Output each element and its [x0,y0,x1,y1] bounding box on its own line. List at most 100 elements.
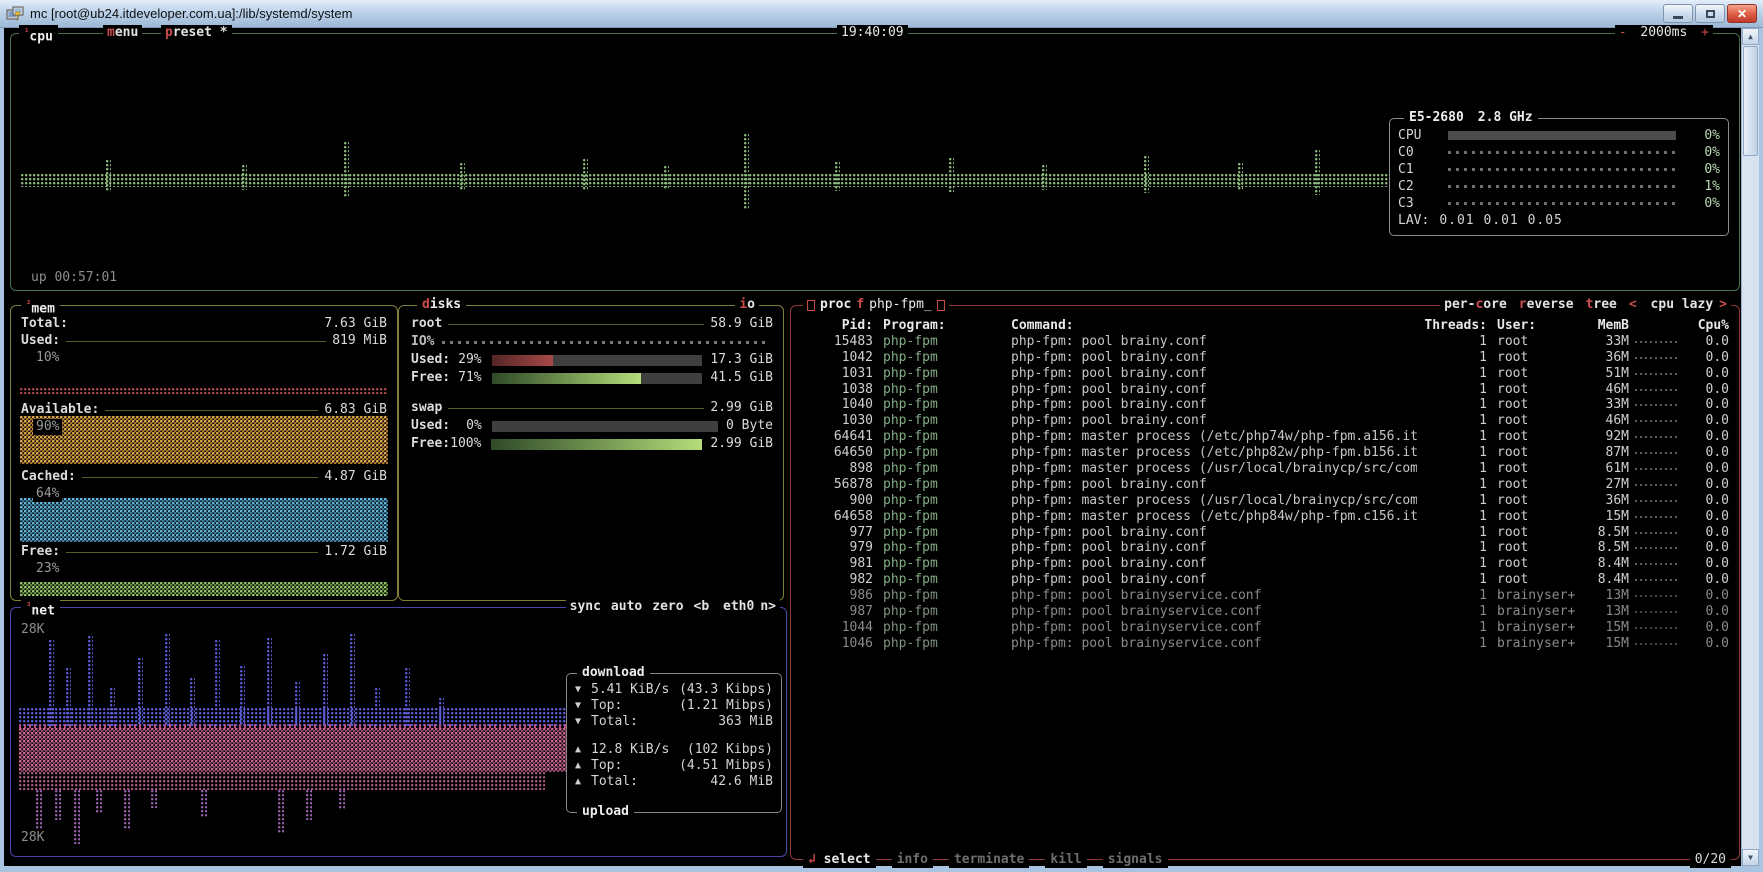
tree-toggle[interactable]: tree [1586,297,1617,313]
per-core-toggle[interactable]: per-core [1444,297,1507,313]
process-row[interactable]: 900php-fpmphp-fpm: master process (/usr/… [801,493,1729,509]
mem-free-graph [20,582,388,596]
process-program: php-fpm [873,572,1001,588]
process-user: root [1487,382,1579,398]
process-cpu-graph [1629,452,1685,454]
process-cpu-graph [1629,420,1685,422]
cpu-graph-spike [583,159,588,191]
process-row[interactable]: 986php-fpmphp-fpm: pool brainyservice.co… [801,588,1729,604]
process-pid: 1044 [801,620,873,636]
net-download-spike [323,654,328,726]
process-threads: 1 [1417,540,1487,556]
sort-next-button[interactable]: > [1719,297,1727,312]
process-row[interactable]: 1040php-fpmphp-fpm: pool brainy.conf1roo… [801,397,1729,413]
process-mem: 8.4M [1579,572,1629,588]
load-average-label: LAV: [1398,213,1429,229]
scrollbar-thumb[interactable] [1743,46,1758,156]
process-mem: 15M [1579,509,1629,525]
preset-button[interactable]: preset * [161,25,232,41]
process-command: php-fpm: master process (/etc/php82w/php… [1001,445,1417,461]
disks-io-toggle[interactable]: io [735,297,759,313]
net-zero-toggle[interactable]: zero [652,599,683,615]
column-command[interactable]: Command: [1001,318,1417,334]
mem-box-title[interactable]: ²mem [21,297,60,317]
scroll-up-button[interactable]: ▲ [1742,28,1759,45]
process-cpu-graph [1629,532,1685,534]
net-sync-toggle[interactable]: sync [570,599,601,615]
cpu-graph-spike [1238,163,1243,190]
process-row[interactable]: 1031php-fpmphp-fpm: pool brainy.conf1roo… [801,366,1729,382]
process-row[interactable]: 979php-fpmphp-fpm: pool brainy.conf1root… [801,540,1729,556]
window-titlebar[interactable]: mc [root@ub24.itdeveloper.com.ua]:/lib/s… [0,0,1763,28]
terminate-action[interactable]: terminate [949,852,1029,868]
process-row[interactable]: 15483php-fpmphp-fpm: pool brainy.conf1ro… [801,334,1729,350]
proc-box-title[interactable]: proc [820,297,851,313]
process-row[interactable]: 64641php-fpmphp-fpm: master process (/et… [801,429,1729,445]
process-threads: 1 [1417,445,1487,461]
net-upload-spike [74,790,80,844]
net-interface-switcher: <b eth0n> [694,599,776,615]
info-action[interactable]: info [892,852,933,868]
process-row[interactable]: 898php-fpmphp-fpm: master process (/usr/… [801,461,1729,477]
interval-plus-button[interactable]: + [1701,25,1709,40]
minimize-button[interactable] [1663,4,1693,23]
net-upload-spike [201,790,207,818]
close-button[interactable]: ✕ [1727,4,1757,23]
reverse-toggle[interactable]: reverse [1519,297,1574,313]
maximize-button[interactable] [1695,4,1725,23]
sort-prev-button[interactable]: < [1629,297,1637,312]
iface-next-button[interactable]: n> [760,599,776,614]
column-threads[interactable]: Threads: [1417,318,1487,334]
select-action[interactable]: ↲ select [803,852,876,868]
menu-button[interactable]: menu [103,25,142,41]
mem-box: ²mem Total:7.63 GiB Used:819 MiB 10% Ava… [10,305,398,601]
process-row[interactable]: 987php-fpmphp-fpm: pool brainyservice.co… [801,604,1729,620]
cpu-core-row: C21% [1398,178,1720,195]
filter-key[interactable]: f [856,297,864,313]
process-pid: 1046 [801,636,873,652]
process-row[interactable]: 1030php-fpmphp-fpm: pool brainy.conf1roo… [801,413,1729,429]
net-auto-toggle[interactable]: auto [611,599,642,615]
cpu-box-title[interactable]: ¹cpu [19,25,58,45]
process-program: php-fpm [873,445,1001,461]
process-cpu-graph [1629,595,1685,597]
column-program[interactable]: Program: [873,318,1001,334]
column-mem[interactable]: MemB [1579,318,1629,334]
process-cpu: 0.0 [1685,334,1729,350]
process-row[interactable]: 1038php-fpmphp-fpm: pool brainy.conf1roo… [801,382,1729,398]
process-row[interactable]: 1042php-fpmphp-fpm: pool brainy.conf1roo… [801,350,1729,366]
mem-free-row: Free:1.72 GiB [21,544,387,560]
process-command: php-fpm: pool brainy.conf [1001,366,1417,382]
column-pid[interactable]: Pid: [801,318,873,334]
process-row[interactable]: 56878php-fpmphp-fpm: pool brainy.conf1ro… [801,477,1729,493]
process-row[interactable]: 981php-fpmphp-fpm: pool brainy.conf1root… [801,556,1729,572]
filter-clear-icon[interactable] [937,300,945,311]
iface-prev-button[interactable]: <b [694,599,710,614]
process-row[interactable]: 64650php-fpmphp-fpm: master process (/et… [801,445,1729,461]
process-row[interactable]: 64658php-fpmphp-fpm: master process (/et… [801,509,1729,525]
putty-app-icon [6,6,24,22]
process-threads: 1 [1417,509,1487,525]
upload-arrow-icon: ▲ [575,758,591,774]
proc-collapse-icon[interactable] [807,300,815,311]
signals-action[interactable]: signals [1103,852,1168,868]
proc-options: per-core reverse tree < cpu lazy> [1440,297,1731,313]
interval-minus-button[interactable]: - [1619,25,1627,40]
filter-input[interactable]: php-fpm_ [869,297,932,313]
process-row[interactable]: 1044php-fpmphp-fpm: pool brainyservice.c… [801,620,1729,636]
process-row[interactable]: 1046php-fpmphp-fpm: pool brainyservice.c… [801,636,1729,652]
column-user[interactable]: User: [1487,318,1579,334]
process-pid: 64658 [801,509,873,525]
process-command: php-fpm: pool brainy.conf [1001,540,1417,556]
terminal-scrollbar[interactable]: ▲ ▼ [1741,28,1759,866]
column-cpu[interactable]: Cpu% [1685,318,1729,334]
process-cpu: 0.0 [1685,493,1729,509]
process-cpu: 0.0 [1685,350,1729,366]
process-command: php-fpm: pool brainy.conf [1001,413,1417,429]
net-box-title[interactable]: ³net [21,599,60,619]
kill-action[interactable]: kill [1045,852,1086,868]
process-cpu: 0.0 [1685,636,1729,652]
process-row[interactable]: 982php-fpmphp-fpm: pool brainy.conf1root… [801,572,1729,588]
scroll-down-button[interactable]: ▼ [1742,849,1759,866]
process-row[interactable]: 977php-fpmphp-fpm: pool brainy.conf1root… [801,525,1729,541]
